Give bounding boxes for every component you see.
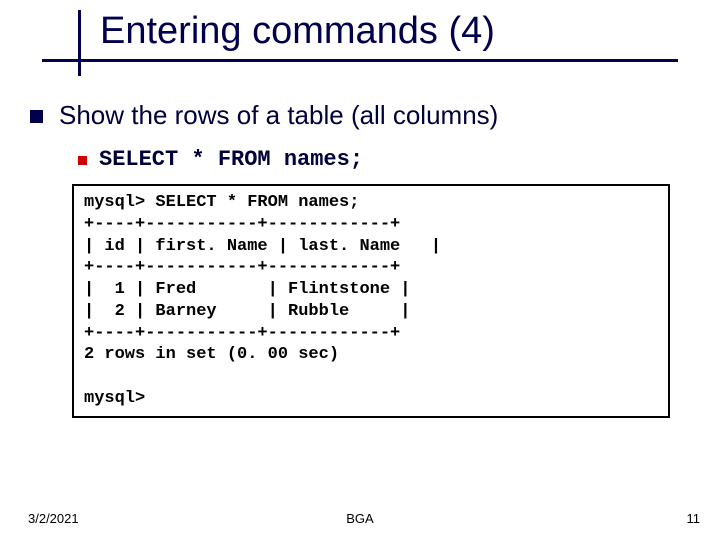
code-line: | 1 | Fred | Flintstone |	[84, 280, 410, 299]
code-line: +----+-----------+------------+	[84, 215, 400, 234]
code-line: | 2 | Barney | Rubble |	[84, 302, 410, 321]
slide-title: Entering commands (4)	[0, 10, 720, 53]
code-output: mysql> SELECT * FROM names; +----+------…	[84, 192, 658, 410]
bullet-level1: Show the rows of a table (all columns)	[30, 100, 690, 131]
code-line: mysql>	[84, 389, 145, 408]
code-line: | id | first. Name | last. Name |	[84, 237, 441, 256]
footer-page-number: 11	[687, 511, 701, 526]
bullet-level2: SELECT * FROM names;	[78, 147, 690, 172]
code-line: +----+-----------+------------+	[84, 324, 400, 343]
bullet-level1-text: Show the rows of a table (all columns)	[59, 100, 498, 131]
slide-body: Show the rows of a table (all columns) S…	[30, 100, 690, 418]
code-line: mysql> SELECT * FROM names;	[84, 193, 359, 212]
footer-center: BGA	[0, 511, 720, 526]
square-bullet-icon	[30, 110, 43, 123]
title-accent-vertical	[78, 10, 81, 76]
code-line: 2 rows in set (0. 00 sec)	[84, 345, 339, 364]
square-bullet-small-icon	[78, 156, 87, 165]
title-accent-horizontal	[42, 59, 678, 62]
code-output-box: mysql> SELECT * FROM names; +----+------…	[72, 184, 670, 418]
title-block: Entering commands (4)	[0, 10, 720, 62]
code-line: +----+-----------+------------+	[84, 258, 400, 277]
bullet-level2-text: SELECT * FROM names;	[99, 147, 363, 172]
